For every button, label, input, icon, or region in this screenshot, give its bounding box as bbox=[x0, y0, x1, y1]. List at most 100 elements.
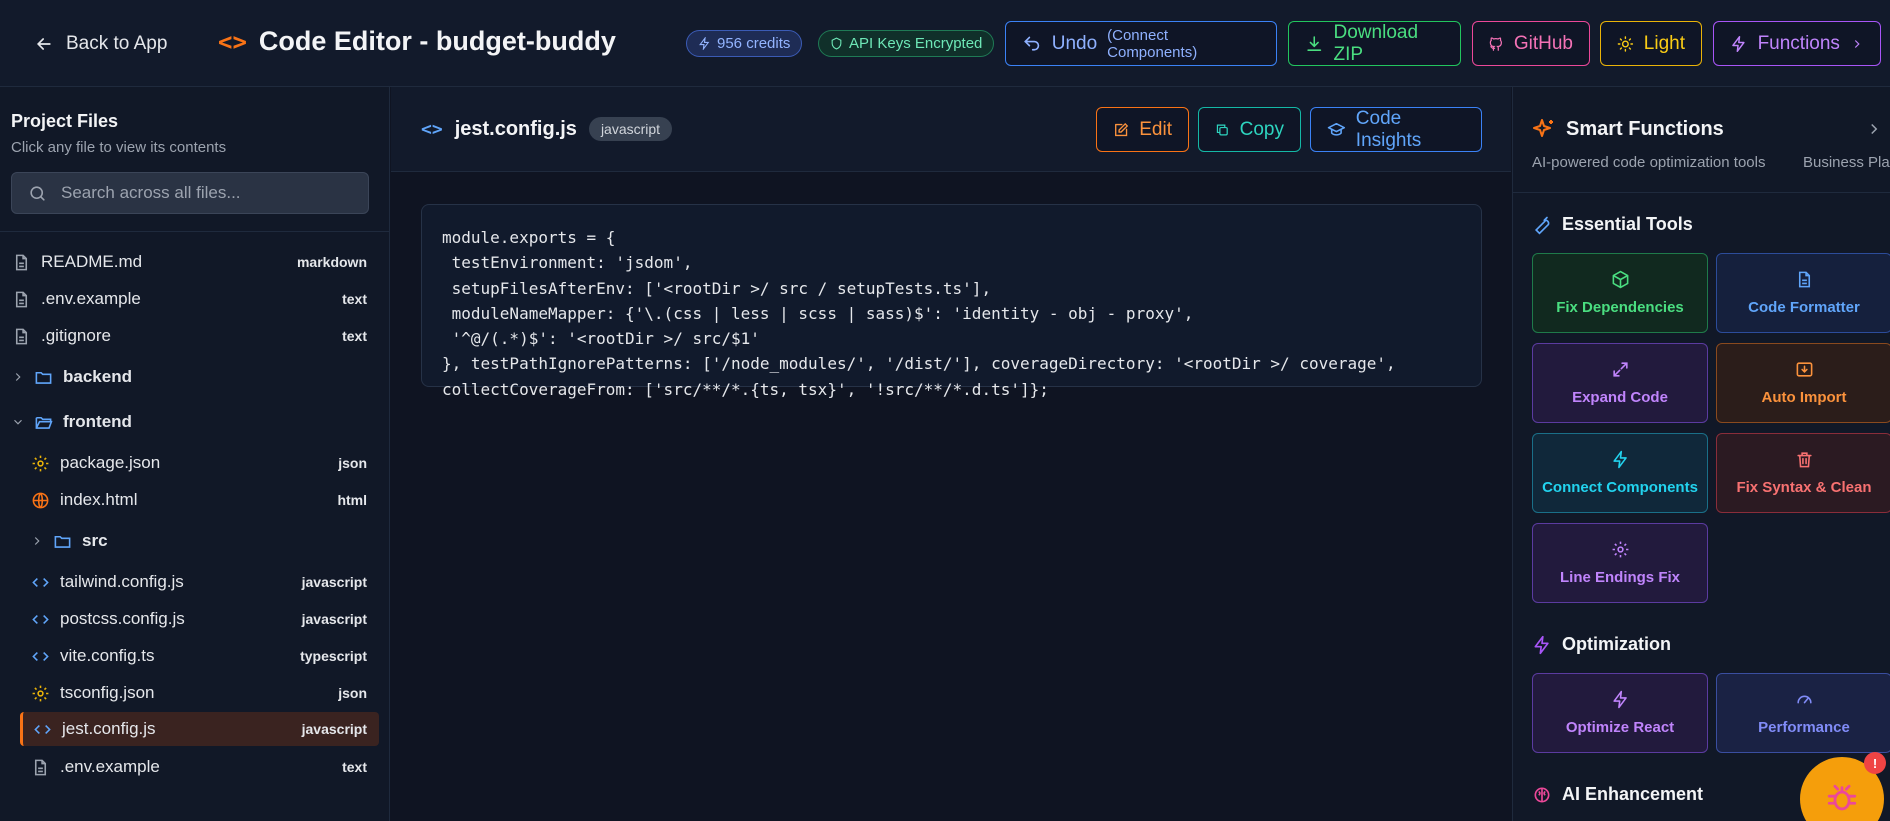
optimization-label: Optimization bbox=[1562, 634, 1671, 654]
file-item-label: .env.example bbox=[41, 289, 141, 308]
shield-icon bbox=[831, 37, 842, 50]
folder-item-label: backend bbox=[63, 367, 132, 386]
file-item-readme[interactable]: README.md markdown bbox=[11, 245, 379, 279]
code-insights-label: Code Insights bbox=[1355, 107, 1422, 151]
auto-import-label: Auto Import bbox=[1761, 389, 1847, 406]
ai-enhancement-label: AI Enhancement bbox=[1562, 784, 1704, 804]
bolt-icon bbox=[1534, 635, 1549, 654]
file-item-label: postcss.config.js bbox=[60, 609, 185, 628]
performance-button[interactable]: Performance bbox=[1716, 673, 1890, 753]
file-item-frontend-env-example[interactable]: .env.example text bbox=[30, 750, 379, 784]
file-type-tag: text bbox=[342, 328, 367, 344]
bolt-icon bbox=[1612, 450, 1627, 469]
project-files-sidebar: Project Files Click any file to view its… bbox=[0, 87, 390, 821]
file-item-index-html[interactable]: index.html html bbox=[30, 483, 379, 517]
file-type-tag: javascript bbox=[301, 721, 367, 737]
sun-icon bbox=[1617, 35, 1634, 52]
file-item-package-json[interactable]: package.json json bbox=[30, 446, 379, 480]
editor-main: <> jest.config.js javascript Edit Copy C… bbox=[391, 87, 1511, 821]
expand-code-button[interactable]: Expand Code bbox=[1532, 343, 1708, 423]
brain-icon bbox=[1534, 787, 1550, 802]
bolt-icon bbox=[1732, 35, 1745, 52]
undo-icon bbox=[1024, 36, 1040, 51]
copy-icon bbox=[1216, 124, 1228, 135]
credits-badge: 956 credits bbox=[686, 30, 803, 57]
file-item-gitignore[interactable]: .gitignore text bbox=[11, 319, 379, 353]
api-keys-badge: API Keys Encrypted bbox=[818, 30, 995, 57]
file-item-vite-config[interactable]: vite.config.ts typescript bbox=[30, 639, 379, 673]
folder-item-src[interactable]: src bbox=[30, 524, 379, 558]
gear-icon bbox=[1612, 541, 1628, 558]
copy-button[interactable]: Copy bbox=[1198, 107, 1301, 152]
back-to-app-label: Back to App bbox=[66, 33, 168, 54]
code-formatter-button[interactable]: Code Formatter bbox=[1716, 253, 1890, 333]
folder-item-frontend[interactable]: frontend bbox=[11, 405, 379, 439]
business-plan-label: Business Plan bbox=[1803, 154, 1890, 171]
package-icon bbox=[1612, 270, 1628, 289]
connect-components-button[interactable]: Connect Components bbox=[1532, 433, 1708, 513]
bolt-icon bbox=[1612, 690, 1627, 709]
line-endings-fix-label: Line Endings Fix bbox=[1559, 569, 1680, 586]
code-formatter-label: Code Formatter bbox=[1748, 299, 1860, 316]
gear-icon bbox=[30, 683, 50, 703]
file-item-tailwind-config[interactable]: tailwind.config.js javascript bbox=[30, 565, 379, 599]
import-icon bbox=[1796, 362, 1812, 377]
chevron-right-icon bbox=[1871, 123, 1878, 135]
functions-label: Functions bbox=[1757, 32, 1840, 54]
back-to-app-button[interactable]: Back to App bbox=[34, 30, 167, 58]
file-toolbar: <> jest.config.js javascript Edit Copy C… bbox=[391, 87, 1511, 172]
download-zip-button[interactable]: Download ZIP bbox=[1288, 21, 1461, 66]
graduation-cap-icon bbox=[1327, 122, 1346, 136]
folder-item-backend[interactable]: backend bbox=[11, 360, 379, 394]
connect-components-label: Connect Components bbox=[1542, 479, 1698, 496]
fix-syntax-label: Fix Syntax & Clean bbox=[1736, 479, 1872, 496]
theme-toggle-button[interactable]: Light bbox=[1600, 21, 1702, 66]
auto-import-button[interactable]: Auto Import bbox=[1716, 343, 1890, 423]
chevron-right-icon bbox=[1854, 39, 1860, 48]
collapse-panel-button[interactable] bbox=[1865, 120, 1883, 143]
file-item-jest-config[interactable]: jest.config.js javascript bbox=[20, 712, 379, 746]
page-title-text: Code Editor - budget-buddy bbox=[258, 26, 616, 56]
optimize-react-button[interactable]: Optimize React bbox=[1532, 673, 1708, 753]
optimization-heading: Optimization bbox=[1532, 634, 1671, 655]
code-icon bbox=[32, 719, 52, 739]
bug-icon bbox=[1827, 784, 1857, 811]
undo-button[interactable]: Undo (Connect Components) bbox=[1005, 21, 1277, 66]
api-keys-label: API Keys Encrypted bbox=[849, 35, 983, 52]
github-icon bbox=[1489, 36, 1503, 51]
file-item-env-example[interactable]: .env.example text bbox=[11, 282, 379, 316]
search-input[interactable]: Search across all files... bbox=[11, 172, 369, 214]
file-item-label: tsconfig.json bbox=[60, 683, 155, 702]
file-type-tag: json bbox=[338, 685, 367, 701]
open-file-name: jest.config.js bbox=[454, 117, 577, 140]
code-insights-button[interactable]: Code Insights bbox=[1310, 107, 1482, 152]
folder-icon bbox=[52, 531, 72, 551]
file-type-tag: html bbox=[337, 492, 367, 508]
code-viewer[interactable]: module.exports = { testEnvironment: 'jsd… bbox=[421, 204, 1482, 399]
file-type-tag: javascript bbox=[301, 574, 367, 590]
sidebar-subtitle: Click any file to view its contents bbox=[11, 139, 227, 156]
functions-button[interactable]: Functions bbox=[1713, 21, 1881, 66]
file-item-postcss-config[interactable]: postcss.config.js javascript bbox=[30, 602, 379, 636]
sidebar-divider bbox=[0, 231, 390, 232]
credits-label: 956 credits bbox=[717, 35, 791, 52]
line-endings-fix-button[interactable]: Line Endings Fix bbox=[1532, 523, 1708, 603]
sparkles-icon bbox=[1533, 119, 1553, 137]
notification-badge: ! bbox=[1864, 752, 1886, 774]
globe-icon bbox=[30, 490, 50, 510]
code-icon bbox=[30, 572, 50, 592]
fix-syntax-button[interactable]: Fix Syntax & Clean bbox=[1716, 433, 1890, 513]
edit-button[interactable]: Edit bbox=[1096, 107, 1189, 152]
file-item-label: .env.example bbox=[60, 757, 160, 776]
file-item-tsconfig[interactable]: tsconfig.json json bbox=[30, 676, 379, 710]
expand-code-label: Expand Code bbox=[1572, 389, 1668, 406]
theme-label: Light bbox=[1643, 32, 1685, 54]
arrow-left-icon bbox=[36, 38, 51, 50]
folder-open-icon bbox=[33, 412, 53, 432]
file-item-label: jest.config.js bbox=[62, 719, 156, 738]
code-content: module.exports = { testEnvironment: 'jsd… bbox=[442, 228, 1396, 399]
sidebar-title: Project Files bbox=[11, 111, 119, 131]
fix-dependencies-button[interactable]: Fix Dependencies bbox=[1532, 253, 1708, 333]
github-button[interactable]: GitHub bbox=[1472, 21, 1590, 66]
file-type-tag: typescript bbox=[300, 648, 367, 664]
